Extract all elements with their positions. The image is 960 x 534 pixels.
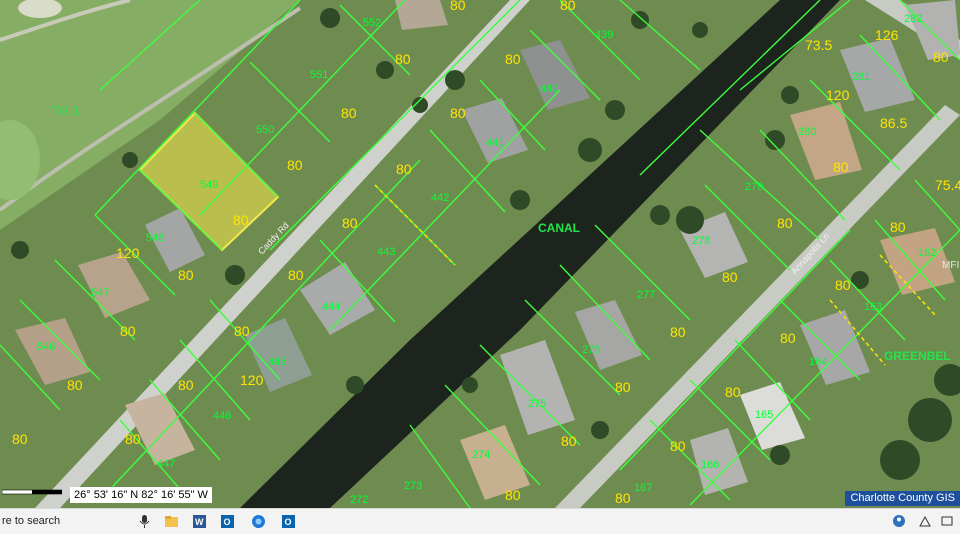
dimension-label: 80	[287, 157, 303, 173]
dimension-label: 80	[725, 384, 741, 400]
parcel-number: 272	[350, 494, 368, 506]
dimension-label: 80	[178, 377, 194, 393]
notification-icon[interactable]	[940, 514, 954, 528]
dimension-label: 80	[505, 51, 521, 67]
dimension-label: 120	[240, 372, 264, 388]
parcel-number: 279	[745, 181, 763, 193]
parcel-number: 164	[809, 356, 827, 368]
parcel-number: 162	[918, 247, 936, 259]
dimension-label: 80	[933, 49, 949, 65]
map-canvas[interactable]: CANAL TG-1 GREENBEL MFI Caddy Rd Annapol…	[0, 0, 960, 508]
svg-text:W: W	[195, 517, 204, 527]
dimension-label: 80	[561, 433, 577, 449]
svg-text:O: O	[224, 517, 231, 527]
dimension-label: 80	[233, 212, 249, 228]
coordinates-readout: 26° 53' 16" N 82° 16' 55" W	[70, 487, 212, 503]
parcel-number: 280	[798, 126, 816, 138]
parcel-number: 443	[377, 246, 395, 258]
parcel-number: 276	[582, 344, 600, 356]
microphone-icon[interactable]	[137, 514, 152, 529]
parcel-number: 163	[864, 301, 882, 313]
parcel-number: 165	[755, 409, 773, 421]
dimension-label: 80	[833, 159, 849, 175]
word-icon[interactable]: W	[192, 514, 207, 529]
browser-icon[interactable]	[251, 514, 266, 529]
dimension-label: 80	[777, 215, 793, 231]
parcel-number: 447	[157, 458, 175, 470]
dimension-label: 80	[670, 324, 686, 340]
outlook-icon[interactable]: O	[220, 514, 235, 529]
dimension-label: 80	[450, 0, 466, 13]
parcel-number: 548	[146, 232, 164, 244]
parcel-number: 167	[634, 482, 652, 494]
dimension-label: 80	[722, 269, 738, 285]
svg-text:O: O	[285, 517, 292, 527]
dimension-label: 80	[780, 330, 796, 346]
parcel-number: 552	[363, 17, 381, 29]
parcel-number: 277	[637, 289, 655, 301]
parcel-number: 446	[213, 410, 231, 422]
parcel-number: 442	[431, 192, 449, 204]
partial-label: MFI	[942, 260, 959, 271]
dimension-label: 80	[67, 377, 83, 393]
dimension-label: 80	[342, 215, 358, 231]
dimension-label: 80	[505, 487, 521, 503]
parcel-number: 444	[322, 301, 340, 313]
dimension-label: 126	[875, 27, 899, 43]
dimension-label: 80	[341, 105, 357, 121]
canal-label: CANAL	[538, 221, 580, 235]
dimension-label: 86.5	[880, 115, 907, 131]
zone-label: TG-1	[52, 104, 80, 118]
parcel-number: 551	[310, 69, 328, 81]
dimension-label: 80	[178, 267, 194, 283]
outlook-icon[interactable]: O	[281, 514, 296, 529]
parcel-number: 546	[37, 341, 55, 353]
network-icon[interactable]	[918, 514, 932, 528]
parcel-number: 281	[852, 71, 870, 83]
dimension-label: 80	[615, 490, 631, 506]
parcel-number: 441	[486, 137, 504, 149]
dimension-label: 80	[450, 105, 466, 121]
parcel-number: 547	[91, 287, 109, 299]
dimension-label: 80	[395, 51, 411, 67]
dimension-label: 120	[826, 87, 850, 103]
parcel-number: 282	[904, 13, 922, 25]
parcel-number: 549	[200, 179, 218, 191]
dimension-label: 80	[670, 438, 686, 454]
parcel-number: 273	[404, 480, 422, 492]
parcel-number: 166	[701, 459, 719, 471]
dimension-label: 75.4	[935, 177, 960, 193]
scale-bar	[2, 489, 62, 495]
file-explorer-icon[interactable]	[164, 514, 179, 529]
parcel-number: 550	[256, 124, 274, 136]
people-icon[interactable]	[892, 514, 906, 528]
taskbar: re to search W O O	[0, 508, 960, 534]
map-credit: Charlotte County GIS	[845, 491, 960, 506]
greenbelt-label: GREENBEL	[884, 349, 951, 363]
dimension-label: 80	[12, 431, 28, 447]
dimension-label: 80	[125, 431, 141, 447]
parcel-number: 278	[692, 235, 710, 247]
dimension-label: 80	[396, 161, 412, 177]
parcel-number: 440	[540, 83, 558, 95]
dimension-label: 80	[288, 267, 304, 283]
dimension-label: 73.5	[805, 37, 832, 53]
dimension-label: 80	[560, 0, 576, 13]
parcel-number: 439	[595, 29, 613, 41]
dimension-label: 80	[615, 379, 631, 395]
dimension-label: 80	[835, 277, 851, 293]
dimension-label: 80	[890, 219, 906, 235]
parcel-number: 275	[528, 398, 546, 410]
taskbar-search[interactable]: re to search	[2, 509, 60, 534]
parcel-number: 445	[268, 356, 286, 368]
parcel-number: 274	[472, 449, 490, 461]
dimension-label: 120	[116, 245, 140, 261]
dimension-label: 80	[234, 323, 250, 339]
dimension-label: 80	[120, 323, 136, 339]
